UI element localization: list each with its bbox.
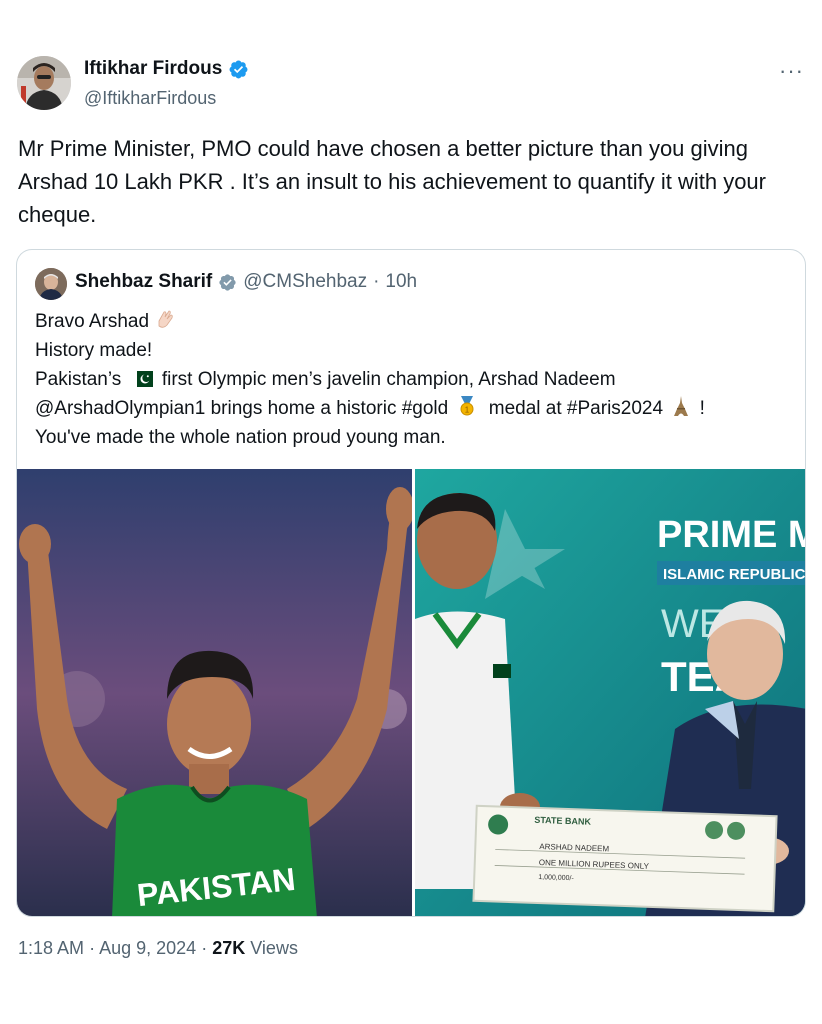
svg-text:1: 1 (464, 406, 469, 415)
quoted-line-3a: Pakistan’s (35, 369, 122, 390)
quoted-separator: · (373, 271, 380, 292)
tweet-date[interactable]: Aug 9, 2024 (99, 938, 196, 958)
quoted-line-5: You've made the whole nation proud young… (35, 427, 446, 448)
tweet-footer: 1:18 AM · Aug 9, 2024 · 27K Views (18, 938, 298, 959)
tweet: Iftikhar Firdous @IftikharFirdous ··· Mr… (0, 0, 822, 1024)
clapping-hands-emoji (158, 310, 174, 328)
grey-verified-badge-icon (219, 273, 236, 291)
verified-badge-icon (229, 60, 248, 78)
tweet-text: Mr Prime Minister, PMO could have chosen… (18, 136, 766, 227)
tweet-time[interactable]: 1:18 AM (18, 938, 84, 958)
author-name-row: Iftikhar Firdous (84, 58, 249, 80)
pakistan-flag-emoji (130, 371, 153, 387)
quoted-line-4: @ArshadOlympian1 brings home a historic … (35, 394, 795, 423)
quoted-line-2: History made! (35, 340, 153, 361)
views-label: Views (250, 938, 298, 958)
quoted-line-3b: first Olympic men’s javelin champion, Ar… (161, 369, 616, 390)
author-avatar[interactable] (17, 56, 71, 110)
quoted-line-1-text: Bravo Arshad (35, 311, 150, 332)
quoted-author-name[interactable]: Shehbaz Sharif (75, 271, 212, 293)
photo-cheque-presentation[interactable]: PRIME MI ISLAMIC REPUBLIC WELC TEA (415, 469, 806, 916)
quoted-line-4b: medal at #Paris2024 (488, 398, 664, 419)
quoted-line-4c: ! (699, 398, 705, 419)
quoted-author-handle[interactable]: @CMShehbaz (243, 271, 367, 293)
cheque-bank: STATE BANK (534, 815, 591, 827)
quoted-media[interactable]: PAKISTAN PRIME MI (17, 469, 806, 916)
quoted-line-1: Bravo Arshad (35, 307, 795, 336)
author-name[interactable]: Iftikhar Firdous (84, 58, 222, 80)
author-handle[interactable]: @IftikharFirdous (84, 88, 216, 109)
views-count: 27K (212, 938, 246, 958)
more-options-icon[interactable]: ··· (779, 58, 804, 84)
quoted-text: Bravo Arshad History made! Pakistan’s fi… (35, 307, 795, 452)
quoted-time[interactable]: 10h (385, 271, 417, 293)
quoted-header: Shehbaz Sharif @CMShehbaz · 10h (75, 271, 417, 293)
photo-athlete-celebrating[interactable]: PAKISTAN (17, 469, 412, 916)
banner-line-1: PRIME MI (657, 514, 806, 556)
quoted-line-4a[interactable]: @ArshadOlympian1 brings home a historic … (35, 398, 448, 419)
quoted-line-3: Pakistan’s first Olympic men’s javelin c… (35, 365, 795, 394)
cheque-amount: 1,000,000/- (538, 874, 574, 882)
quoted-author-avatar[interactable] (35, 268, 67, 300)
footer-sep-2: · (201, 938, 208, 958)
footer-sep-1: · (89, 938, 96, 958)
gold-medal-emoji: 1 (460, 396, 473, 416)
quoted-tweet[interactable]: Shehbaz Sharif @CMShehbaz · 10h Bravo Ar… (16, 249, 806, 917)
eiffel-tower-emoji (674, 396, 689, 416)
banner-line-2: ISLAMIC REPUBLIC (663, 566, 806, 583)
